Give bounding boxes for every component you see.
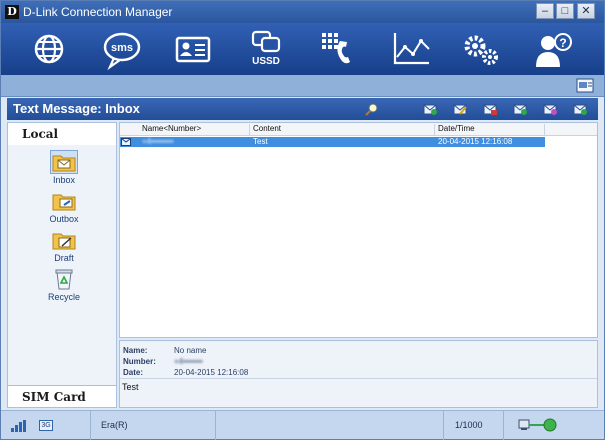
sms-button[interactable]: sms — [100, 27, 144, 71]
operator-name: Era(R) — [101, 420, 128, 430]
settings-icon — [464, 35, 498, 65]
read-message-icon — [121, 138, 131, 146]
minimize-button[interactable]: – — [536, 3, 554, 19]
column-header-name[interactable]: Name<Number> — [142, 124, 201, 133]
message-count-cell: 1/1000 — [444, 411, 504, 440]
column-header-content[interactable]: Content — [253, 124, 281, 133]
page-title: Text Message: Inbox — [13, 101, 140, 116]
statistics-button[interactable] — [389, 27, 433, 71]
maximize-button[interactable]: □ — [556, 3, 574, 19]
globe-icon — [34, 34, 64, 64]
view-toggle-icon[interactable] — [576, 78, 594, 94]
statistics-icon — [393, 33, 430, 65]
contacts-icon — [175, 36, 211, 63]
folder-panel: Local Inbox Outbox Draft Recycle SIM Car… — [7, 122, 117, 408]
signal-strength-icon — [11, 420, 26, 432]
status-bar: 3G Era(R) 1/1000 — [1, 410, 604, 440]
sms-icon: sms — [103, 32, 141, 71]
contacts-button[interactable] — [171, 27, 215, 71]
column-header-datetime[interactable]: Date/Time — [438, 124, 475, 133]
local-header[interactable]: Local — [8, 123, 116, 145]
forward-icon[interactable] — [543, 102, 557, 116]
folder-recycle[interactable]: Recycle — [34, 268, 94, 302]
edit-icon[interactable] — [453, 102, 467, 116]
row-datetime: 20-04-2015 12:16:08 — [438, 137, 513, 146]
ussd-icon: USSD — [251, 30, 281, 67]
svg-text:USSD: USSD — [252, 56, 280, 67]
svg-text:sms: sms — [111, 42, 133, 54]
main-toolbar: sms USSD ? — [1, 23, 604, 75]
title-bar: D D-Link Connection Manager – □ ✕ — [1, 1, 604, 23]
table-row[interactable]: +4•••••••• Test 20-04-2015 12:16:08 — [120, 137, 545, 147]
svg-text:?: ? — [559, 36, 566, 50]
inbox-folder-icon — [50, 150, 78, 174]
dialer-button[interactable] — [316, 27, 360, 71]
sub-toolbar — [1, 75, 604, 97]
settings-button[interactable] — [459, 27, 503, 71]
folder-outbox[interactable]: Outbox — [34, 190, 94, 224]
ussd-button[interactable]: USSD — [244, 27, 288, 71]
network-type-badge: 3G — [39, 420, 53, 431]
detail-meta: Name: No name Number: +4••••••• Date: 20… — [120, 341, 597, 379]
recycle-bin-icon — [55, 269, 73, 290]
operator-cell: Era(R) — [91, 411, 216, 440]
date-value: 20-04-2015 12:16:08 — [174, 368, 249, 377]
name-value: No name — [174, 346, 207, 355]
folder-inbox[interactable]: Inbox — [34, 150, 94, 185]
reply-icon[interactable] — [513, 102, 527, 116]
message-list: Name<Number> Content Date/Time +4•••••••… — [119, 122, 598, 338]
new-message-icon[interactable] — [423, 102, 437, 116]
number-value: +4••••••• — [174, 357, 203, 366]
row-sender: +4•••••••• — [142, 137, 174, 146]
number-label: Number: — [123, 357, 156, 366]
row-content: Test — [253, 137, 268, 146]
list-header: Name<Number> Content Date/Time — [120, 123, 597, 136]
sim-card-header[interactable]: SIM Card — [8, 385, 116, 407]
help-button[interactable]: ? — [531, 27, 575, 71]
help-icon: ? — [536, 33, 572, 67]
connection-cell — [504, 411, 604, 440]
connection-status-icon — [518, 418, 557, 432]
message-detail: Name: No name Number: +4••••••• Date: 20… — [119, 340, 598, 408]
dialer-icon — [322, 33, 350, 64]
date-label: Date: — [123, 368, 144, 377]
name-label: Name: — [123, 346, 148, 355]
status-spacer — [216, 411, 444, 440]
close-button[interactable]: ✕ — [577, 3, 595, 19]
message-body: Test — [122, 382, 139, 392]
draft-folder-icon — [52, 233, 76, 250]
search-icon[interactable] — [365, 102, 379, 116]
folder-draft[interactable]: Draft — [34, 229, 94, 263]
app-logo: D — [5, 5, 19, 19]
section-header: Text Message: Inbox — [7, 98, 598, 120]
save-icon[interactable] — [573, 102, 587, 116]
signal-cell: 3G — [1, 411, 91, 440]
app-window: D D-Link Connection Manager – □ ✕ sms US… — [0, 0, 605, 440]
window-title: D-Link Connection Manager — [23, 5, 173, 19]
message-count: 1/1000 — [455, 420, 483, 430]
outbox-folder-icon — [52, 194, 76, 211]
delete-icon[interactable] — [483, 102, 497, 116]
internet-button[interactable] — [27, 27, 71, 71]
